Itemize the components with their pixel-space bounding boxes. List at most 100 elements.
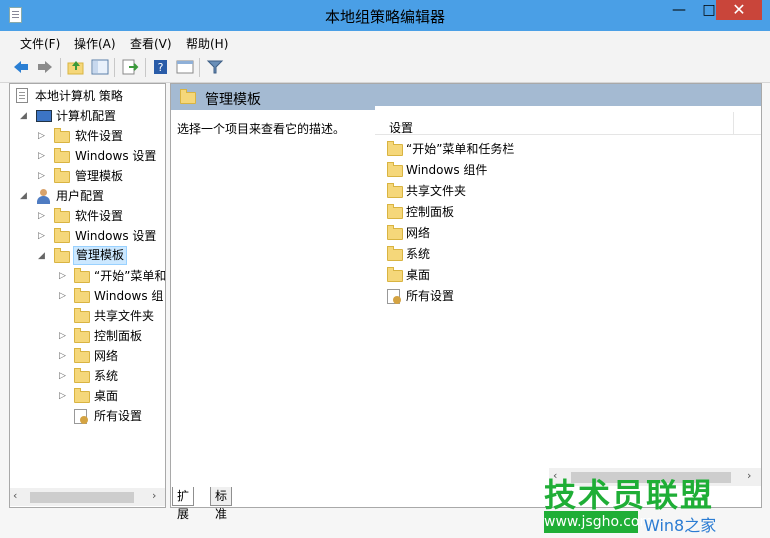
tab-extended[interactable]: 扩展	[172, 487, 195, 521]
menu-action[interactable]: 操作(A)	[74, 35, 116, 52]
tree-item-software-settings[interactable]: ▷ 软件设置	[14, 127, 164, 145]
tree-horizontal-scrollbar[interactable]: ‹ ›	[10, 488, 165, 506]
tree-item-windows-components[interactable]: ▷ Windows 组	[14, 287, 164, 305]
tree-item-admin-templates-selected[interactable]: ◢ 管理模板	[14, 246, 164, 265]
expand-arrow-icon[interactable]: ▷	[59, 387, 66, 405]
tree-item-label: 控制面板	[94, 329, 143, 343]
folder-icon	[74, 368, 90, 383]
collapse-arrow-icon[interactable]: ◢	[38, 247, 45, 265]
folder-icon	[387, 141, 403, 156]
column-header-label: 设置	[389, 121, 414, 135]
expand-arrow-icon[interactable]: ▷	[38, 147, 45, 165]
close-button[interactable]: ✕	[716, 0, 762, 20]
list-item-control-panel[interactable]: 控制面板	[387, 202, 687, 222]
toolbar-separator	[145, 58, 146, 77]
scroll-right-icon[interactable]: ›	[152, 489, 156, 502]
tree-item-label: 用户配置	[56, 189, 105, 203]
tree-item-desktop[interactable]: ▷ 桌面	[14, 387, 164, 405]
description-text: 选择一个项目来查看它的描述。	[177, 122, 346, 136]
tree-item-label: 所有设置	[94, 409, 143, 423]
folder-icon	[54, 228, 70, 243]
tree-item-all-settings[interactable]: 所有设置	[14, 407, 164, 425]
tree-item-admin-templates[interactable]: ▷ 管理模板	[14, 167, 164, 185]
tree-item-computer-config[interactable]: ◢ 计算机配置	[14, 107, 164, 125]
settings-list[interactable]: 设置 “开始”菜单和任务栏 Windows 组件 共享文件夹 控制面板 网络 系…	[375, 106, 761, 476]
list-item-shared-folders[interactable]: 共享文件夹	[387, 181, 687, 201]
help-icon[interactable]: ?	[152, 59, 170, 75]
toolbar-separator	[114, 58, 115, 77]
list-item-label: 桌面	[406, 268, 431, 282]
tree-item-label: 网络	[94, 349, 119, 363]
folder-icon	[74, 308, 90, 323]
collapse-arrow-icon[interactable]: ◢	[20, 107, 27, 125]
tree-pane[interactable]: 本地计算机 策略 ◢ 计算机配置 ▷ 软件设置 ▷ Windows 设置 ▷ 管…	[9, 83, 166, 508]
list-item-label: 共享文件夹	[406, 184, 467, 198]
expand-arrow-icon[interactable]: ▷	[59, 287, 66, 305]
computer-icon	[36, 110, 52, 122]
main-window: 本地组策略编辑器 — □ ✕ 文件(F) 操作(A) 查看(V) 帮助(H) ?…	[0, 0, 770, 538]
tree-item-label: Windows 设置	[75, 149, 157, 163]
policy-doc-icon	[16, 88, 28, 103]
menu-help[interactable]: 帮助(H)	[186, 35, 228, 52]
scroll-left-icon[interactable]: ‹	[13, 489, 17, 502]
tree-item-shared-folders[interactable]: 共享文件夹	[14, 307, 164, 325]
show-hide-tree-icon[interactable]	[91, 59, 109, 75]
list-item-label: 所有设置	[406, 289, 455, 303]
expand-arrow-icon[interactable]: ▷	[59, 367, 66, 385]
forward-arrow-icon[interactable]	[36, 59, 54, 75]
filter-icon[interactable]	[206, 59, 224, 75]
up-folder-icon[interactable]	[67, 59, 85, 75]
properties-icon[interactable]	[176, 59, 194, 75]
folder-icon	[54, 148, 70, 163]
collapse-arrow-icon[interactable]: ◢	[20, 187, 27, 205]
folder-open-icon	[54, 248, 70, 263]
folder-icon	[180, 89, 196, 104]
expand-arrow-icon[interactable]: ▷	[59, 267, 66, 285]
tree-item-label: Windows 设置	[75, 229, 157, 243]
list-item-label: 系统	[406, 247, 431, 261]
column-divider[interactable]	[733, 112, 734, 134]
tree-item-system[interactable]: ▷ 系统	[14, 367, 164, 385]
list-item-windows-components[interactable]: Windows 组件	[387, 160, 687, 180]
tree-item-start-menu[interactable]: ▷ “开始”菜单和	[14, 267, 165, 285]
expand-arrow-icon[interactable]: ▷	[38, 207, 45, 225]
folder-icon	[387, 183, 403, 198]
tree-item-software-settings[interactable]: ▷ 软件设置	[14, 207, 164, 225]
expand-arrow-icon[interactable]: ▷	[38, 227, 45, 245]
folder-icon	[387, 246, 403, 261]
back-arrow-icon[interactable]	[12, 59, 30, 75]
list-item-system[interactable]: 系统	[387, 244, 687, 264]
folder-icon	[54, 128, 70, 143]
minimize-button[interactable]: —	[664, 0, 694, 20]
list-item-label: 网络	[406, 226, 431, 240]
list-item-all-settings[interactable]: 所有设置	[387, 286, 687, 306]
title-bar[interactable]: 本地组策略编辑器 — □ ✕	[0, 0, 770, 31]
list-item-network[interactable]: 网络	[387, 223, 687, 243]
expand-arrow-icon[interactable]: ▷	[38, 167, 45, 185]
tree-item-windows-settings[interactable]: ▷ Windows 设置	[14, 147, 164, 165]
folder-icon	[54, 208, 70, 223]
menu-view[interactable]: 查看(V)	[130, 35, 172, 52]
tree-item-windows-settings[interactable]: ▷ Windows 设置	[14, 227, 164, 245]
expand-arrow-icon[interactable]: ▷	[59, 327, 66, 345]
folder-icon	[74, 388, 90, 403]
menu-file[interactable]: 文件(F)	[20, 35, 60, 52]
list-item-label: Windows 组件	[406, 163, 488, 177]
folder-icon	[387, 162, 403, 177]
expand-arrow-icon[interactable]: ▷	[38, 127, 45, 145]
scrollbar-thumb[interactable]	[30, 492, 134, 503]
toolbar: ?	[0, 53, 770, 83]
list-item-start-menu[interactable]: “开始”菜单和任务栏	[387, 139, 687, 159]
tab-standard[interactable]: 标准	[210, 487, 233, 521]
folder-icon	[54, 168, 70, 183]
list-item-desktop[interactable]: 桌面	[387, 265, 687, 285]
tree-item-label: 共享文件夹	[94, 309, 155, 323]
settings-column-header[interactable]: 设置	[375, 106, 761, 135]
expand-arrow-icon[interactable]: ▷	[59, 347, 66, 365]
details-title: 管理模板	[205, 92, 261, 108]
export-list-icon[interactable]	[121, 59, 139, 75]
tree-item-network[interactable]: ▷ 网络	[14, 347, 164, 365]
tree-item-label: 管理模板	[75, 169, 124, 183]
tree-item-control-panel[interactable]: ▷ 控制面板	[14, 327, 164, 345]
tree-item-user-config[interactable]: ◢ 用户配置	[14, 187, 164, 205]
